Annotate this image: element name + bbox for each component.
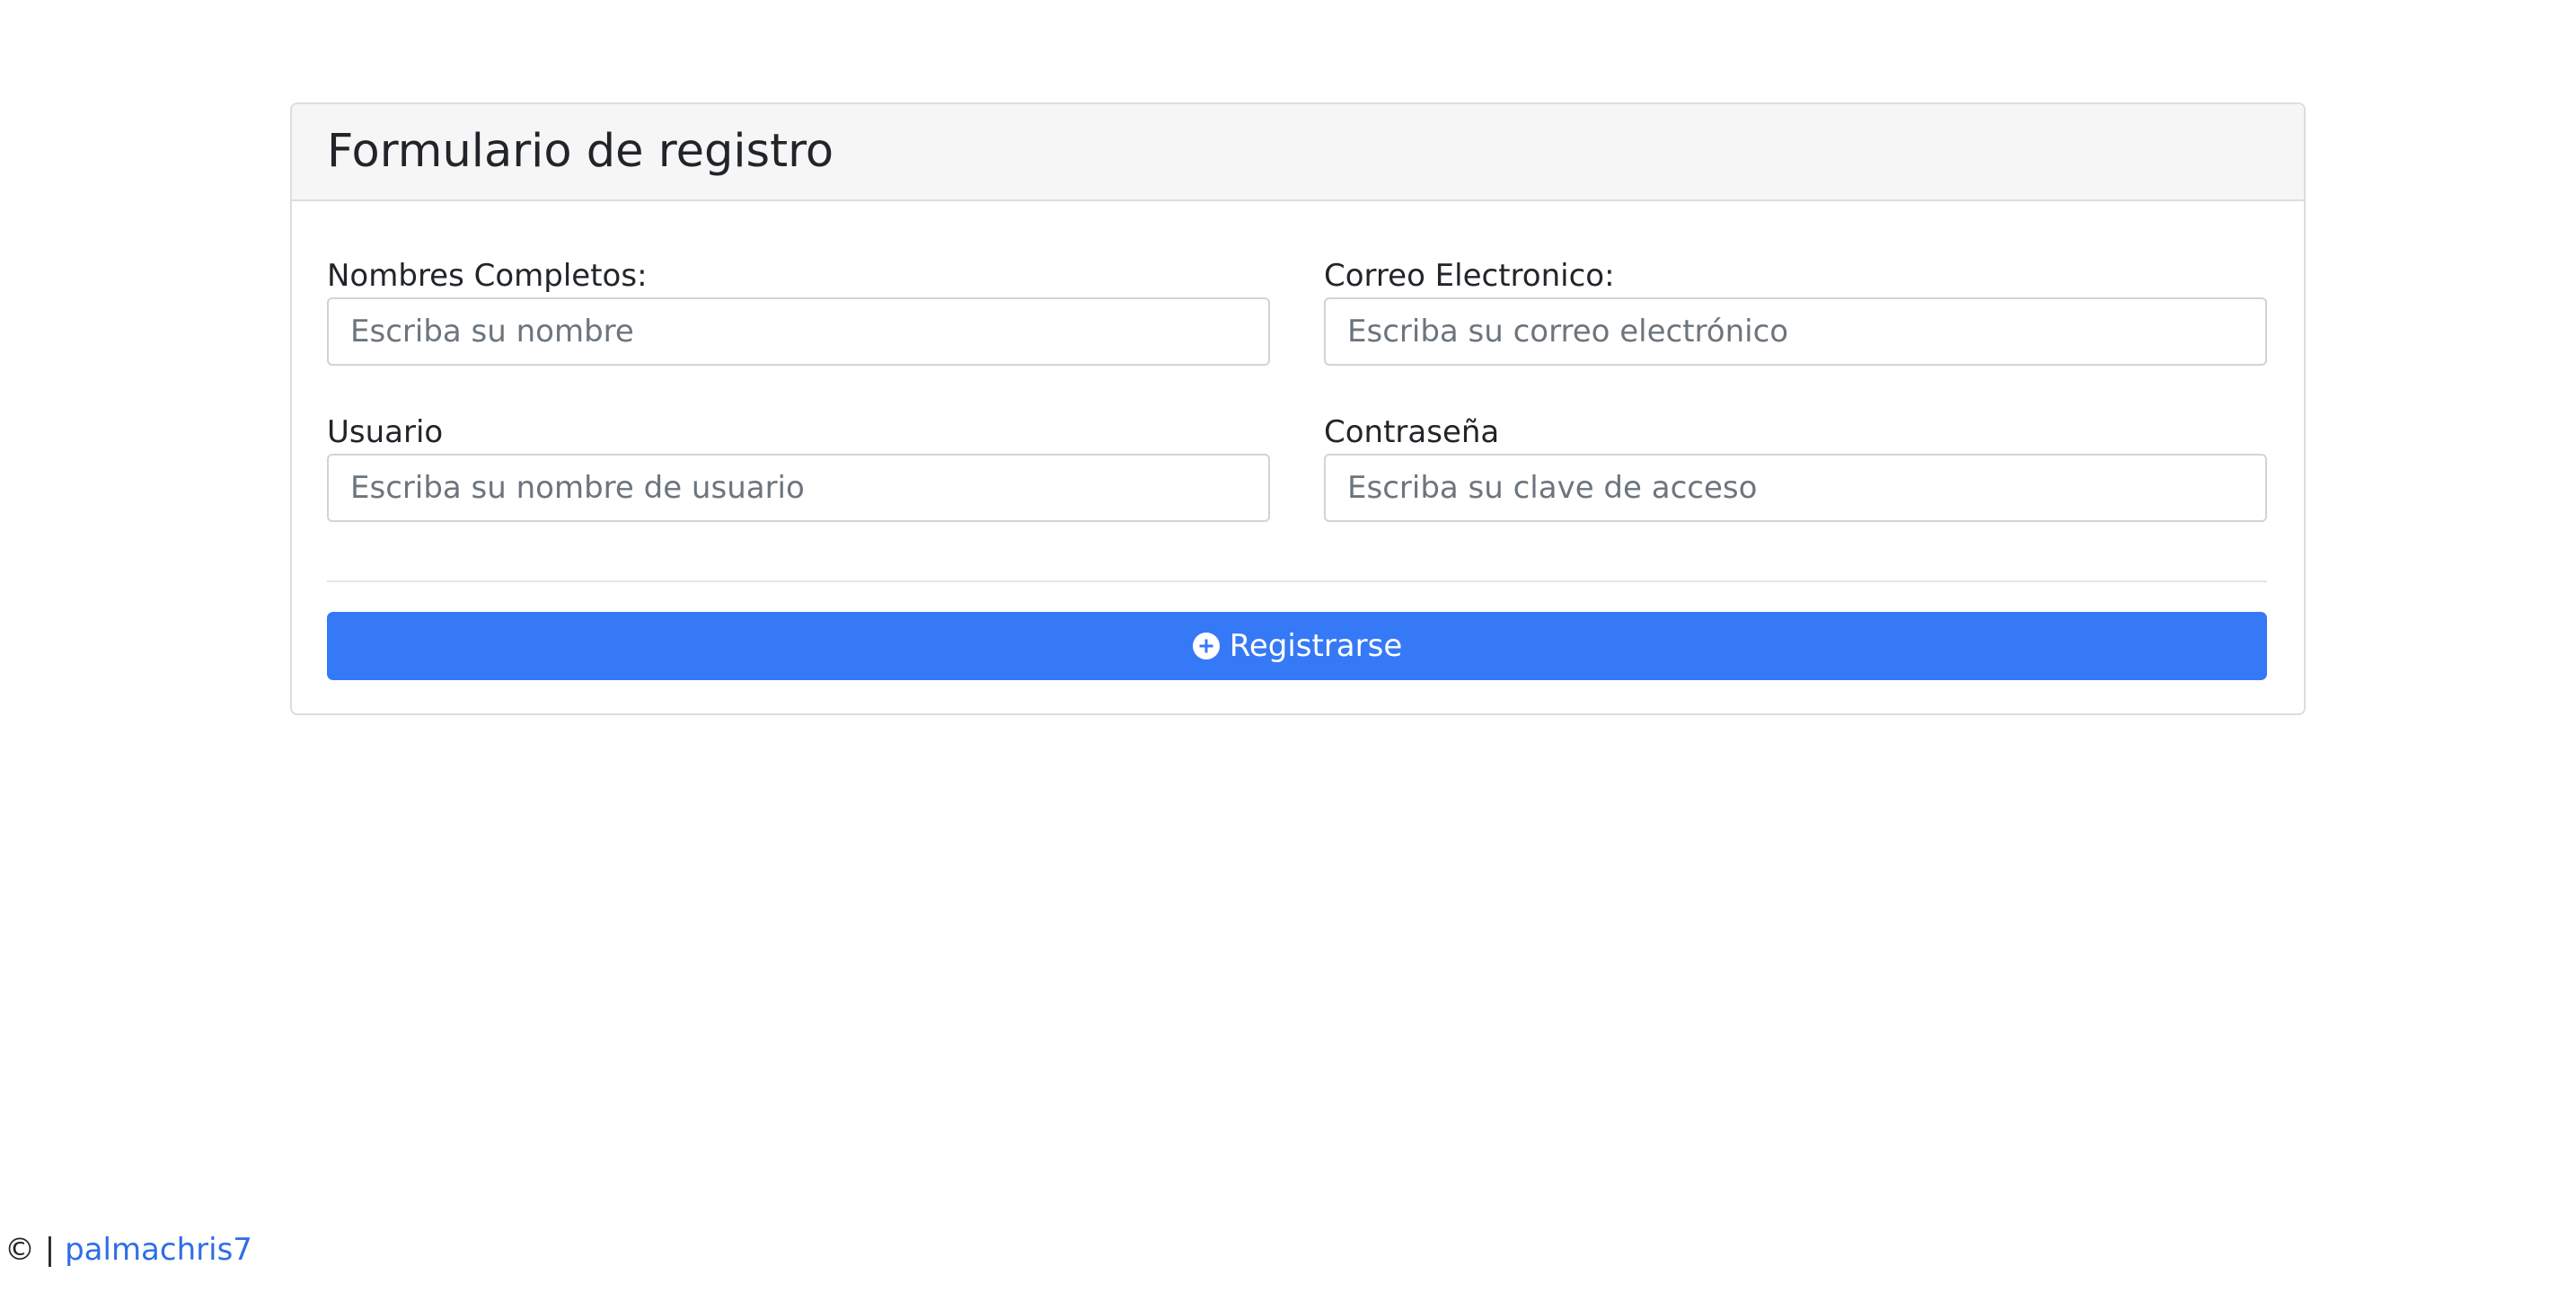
- username-input[interactable]: [327, 454, 1270, 522]
- card-header: Formulario de registro: [292, 104, 2304, 201]
- registration-card: Formulario de registro Nombres Completos…: [290, 102, 2306, 715]
- email-input[interactable]: [1324, 297, 2267, 366]
- page-title: Formulario de registro: [327, 125, 834, 178]
- footer-author-link[interactable]: palmachris7: [65, 1232, 252, 1268]
- full-name-input[interactable]: [327, 297, 1270, 366]
- password-input[interactable]: [1324, 454, 2267, 522]
- footer: © | palmachris7: [4, 1231, 252, 1269]
- email-label: Correo Electronico:: [1324, 258, 1615, 294]
- username-label: Usuario: [327, 414, 444, 450]
- footer-copyright: © |: [4, 1232, 56, 1268]
- register-button-label: Registrarse: [1229, 628, 1403, 664]
- full-name-label: Nombres Completos:: [327, 258, 648, 294]
- register-button[interactable]: Registrarse: [327, 612, 2267, 680]
- form-divider: [327, 580, 2267, 582]
- password-label: Contraseña: [1324, 414, 1500, 450]
- plus-circle-icon: [1192, 633, 1220, 659]
